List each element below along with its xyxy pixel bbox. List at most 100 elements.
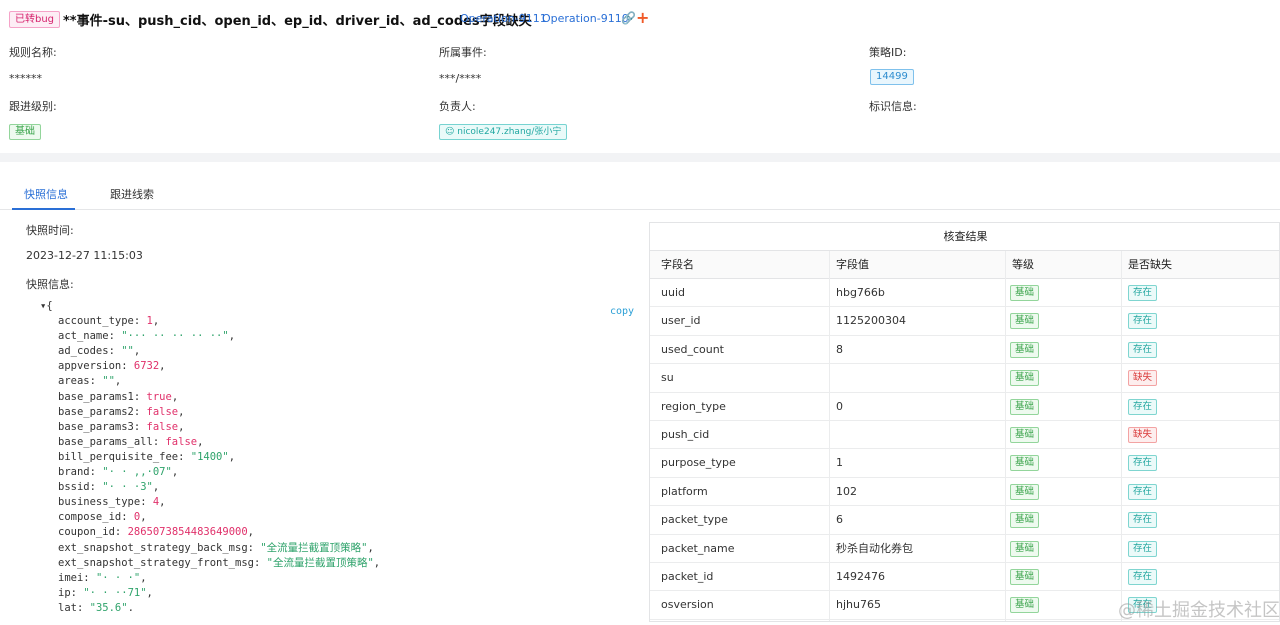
json-value: "1400" (190, 450, 229, 463)
field-value-cell: hjhu765 (836, 598, 881, 612)
missing-status-tag: 存在 (1128, 341, 1158, 358)
json-value: "全流量拦截置顶策略" (266, 556, 374, 569)
result-row: platform 102 基础 存在 (650, 478, 1279, 507)
snapshot-time-value: 2023-12-27 11:15:03 (26, 249, 143, 262)
field-value-cell: 1 (836, 456, 843, 470)
field-value-cell: 6 (836, 513, 843, 527)
field-name-cell: push_cid (661, 428, 710, 441)
field-value-cell: 1125200304 (836, 314, 906, 328)
json-line: act_name: "··· ·· ·· ·· ··", (58, 330, 236, 343)
json-key: business_type (58, 496, 141, 509)
tab-snapshot-info[interactable]: 快照信息 (24, 186, 68, 202)
event-value: ***/**** (439, 72, 482, 85)
json-line: business_type: 4, (58, 496, 166, 509)
json-value: "··· ·· ·· ·· ··" (121, 330, 229, 343)
level-tag: 基础 (1010, 370, 1040, 387)
json-value: 2865073854483649000 (127, 526, 248, 539)
json-value: false (165, 435, 198, 448)
field-name-cell: platform (661, 484, 708, 498)
json-key: ext_snapshot_strategy_back_msg (58, 541, 248, 554)
json-value: "" (102, 375, 115, 388)
field-value-cell: 0 (836, 399, 843, 413)
check-result-panel: 核查结果 字段名 字段值 等级 是否缺失 uuid hbg766b 基础 存在 user… (649, 222, 1280, 622)
json-value: 6732 (133, 360, 160, 373)
tab-follow-clues[interactable]: 跟进线索 (110, 186, 154, 202)
json-value: "全流量拦截置顶策略" (260, 541, 368, 554)
json-key: base_params1 (58, 390, 134, 403)
watermark-text: @稀土掘金技术社区 (1118, 600, 1280, 621)
json-open-brace[interactable]: ▾{ (40, 299, 600, 314)
json-key: areas (58, 375, 90, 388)
json-value: "· · ·" (95, 571, 141, 584)
field-value-cell: 1492476 (836, 570, 885, 583)
mark-info-label: 标识信息: (869, 100, 917, 113)
follow-level-tag: 基础 (9, 124, 41, 140)
field-value-cell: 102 (836, 484, 857, 498)
field-name-cell: region_type (661, 399, 726, 413)
level-tag: 基础 (1010, 455, 1040, 472)
json-line: base_params2: false, (58, 405, 185, 418)
owner-tag[interactable]: ☺ nicole247.zhang/张小宁 (439, 124, 568, 140)
field-value-cell: 秒杀自动化券包 (836, 541, 913, 555)
result-row: used_count 8 基础 存在 (650, 336, 1279, 365)
level-tag: 基础 (1010, 398, 1040, 415)
owner-name: nicole247.zhang/张小宁 (457, 127, 562, 137)
json-value: "35.6" (89, 601, 128, 611)
operation-link-9110[interactable]: Operation-9110 (542, 12, 629, 25)
plus-icon[interactable]: + (636, 8, 649, 27)
user-icon: ☺ (445, 127, 455, 137)
json-key: ip (58, 586, 71, 599)
missing-status-tag: 存在 (1128, 483, 1158, 500)
link-icon[interactable]: 🔗 (621, 11, 636, 25)
json-line: coupon_id: 2865073854483649000, (58, 526, 254, 539)
issue-header: 已转bug **事件-su、push_cid、open_id、ep_id、dri… (0, 0, 1280, 155)
copy-button[interactable]: copy (610, 306, 634, 317)
json-key: bill_perquisite_fee (58, 450, 179, 463)
level-tag: 基础 (1010, 285, 1040, 301)
strategy-id-tag[interactable]: 14499 (870, 69, 914, 85)
snapshot-info-label: 快照信息: (26, 278, 74, 291)
json-key: ad_codes (58, 345, 109, 358)
json-line: ext_snapshot_strategy_back_msg: "全流量拦截置顶… (58, 541, 374, 554)
missing-status-tag: 存在 (1128, 455, 1158, 472)
json-key: appversion (58, 360, 122, 373)
level-tag: 基础 (1010, 427, 1040, 443)
result-title: 核查结果 (650, 223, 1279, 251)
result-row: purpose_type 1 基础 存在 (650, 449, 1279, 478)
json-line: compose_id: 0, (58, 511, 147, 524)
missing-status-tag: 存在 (1128, 569, 1158, 585)
result-row: uuid hbg766b 基础 存在 (650, 279, 1279, 308)
active-tab-indicator (12, 208, 75, 210)
level-tag: 基础 (1010, 597, 1040, 614)
level-tag: 基础 (1010, 540, 1040, 557)
json-key: compose_id (58, 511, 122, 524)
json-line: brand: "· · ,,·07", (58, 466, 179, 479)
json-line: imei: "· · ·", (58, 571, 147, 584)
field-name-cell: used_count (661, 342, 724, 356)
json-key: act_name (58, 330, 109, 343)
field-name-cell: uuid (661, 286, 685, 299)
field-name-cell: packet_type (661, 513, 728, 527)
json-key: ext_snapshot_strategy_front_msg (58, 556, 254, 569)
json-line: appversion: 6732, (58, 360, 166, 373)
owner-label: 负责人: (439, 100, 476, 113)
field-name-cell: packet_id (661, 570, 714, 583)
json-key: base_params2 (58, 405, 134, 418)
json-key: base_params_all (58, 435, 153, 448)
field-value-cell: 8 (836, 342, 843, 356)
missing-status-tag: 缺失 (1128, 427, 1158, 443)
json-key: bssid (58, 481, 90, 494)
level-tag: 基础 (1010, 341, 1040, 358)
field-value-cell: hbg766b (836, 286, 885, 299)
field-name-cell: purpose_type (661, 456, 736, 470)
header-field-value: 字段值 (836, 258, 869, 271)
operation-link-9111[interactable]: Operation-9111 (460, 12, 547, 25)
level-tag: 基础 (1010, 569, 1040, 585)
json-key: lat (58, 601, 77, 611)
rule-name-value: ****** (9, 72, 42, 85)
missing-status-tag: 存在 (1128, 540, 1158, 557)
follow-level-label: 跟进级别: (9, 100, 57, 113)
json-line: ad_codes: "", (58, 345, 141, 358)
rule-name-label: 规则名称: (9, 46, 57, 59)
field-name-cell: osversion (661, 598, 714, 612)
